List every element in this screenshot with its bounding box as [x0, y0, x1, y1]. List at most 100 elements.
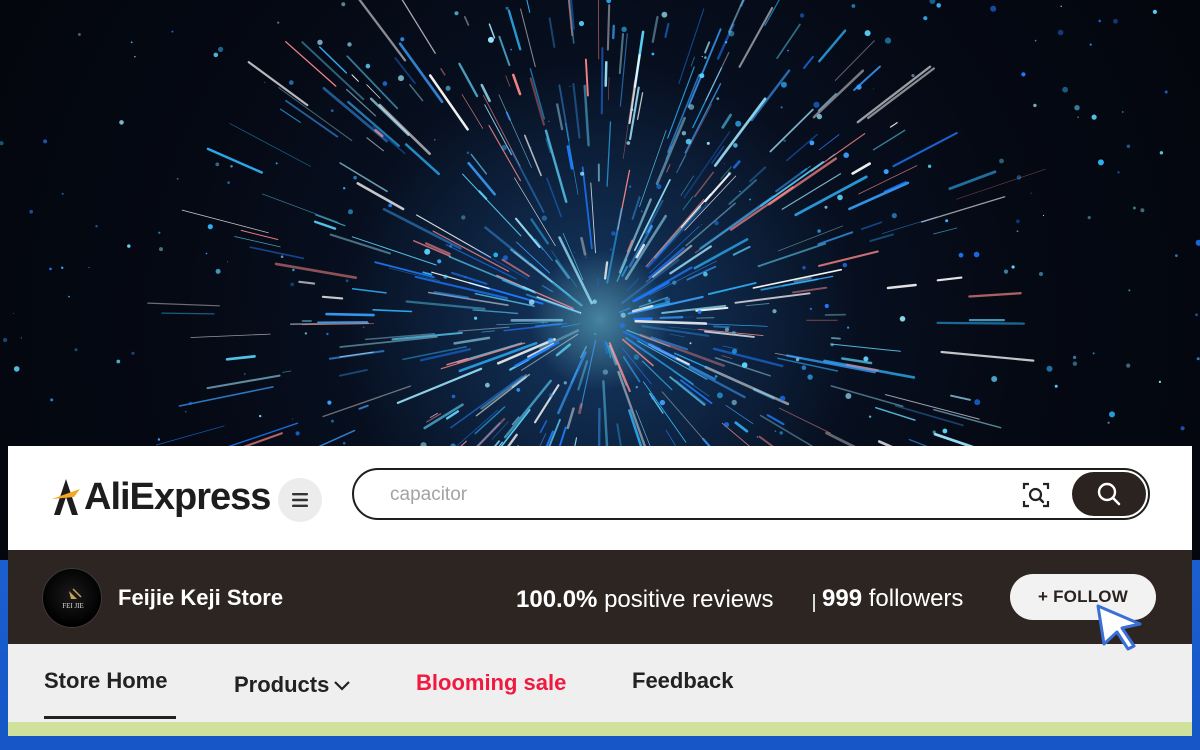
- search-button[interactable]: [1072, 472, 1146, 516]
- accent-strip: [8, 722, 1192, 736]
- star-dot: [213, 52, 219, 58]
- star-dot: [630, 108, 634, 111]
- star-streak: [713, 97, 767, 167]
- star-dot: [95, 225, 98, 228]
- store-logo-mark: FEI JIE: [62, 588, 84, 610]
- star-dot: [116, 359, 121, 364]
- star-streak: [247, 60, 309, 107]
- star-dot: [974, 399, 981, 406]
- mouse-cursor-icon: [1096, 604, 1142, 651]
- star-dot: [883, 169, 889, 175]
- store-name[interactable]: Feijie Keji Store: [118, 585, 283, 611]
- star-dot: [856, 84, 862, 90]
- star-dot: [275, 162, 278, 165]
- star-streak: [693, 238, 749, 270]
- star-streak: [732, 245, 751, 256]
- star-streak: [374, 261, 435, 279]
- star-streak: [734, 292, 811, 304]
- star-dot: [510, 48, 512, 51]
- star-dot: [899, 316, 906, 322]
- star-streak: [475, 373, 531, 417]
- star-dot: [530, 147, 532, 149]
- star-dot: [999, 158, 1004, 164]
- aliexpress-logo[interactable]: AliExpress: [50, 472, 271, 522]
- star-streak: [274, 262, 358, 280]
- star-streak: [707, 282, 757, 296]
- star-dot: [1175, 254, 1178, 257]
- star-streak: [409, 83, 424, 102]
- star-dot: [215, 162, 220, 167]
- category-menu-button[interactable]: [278, 478, 322, 522]
- star-streak: [634, 319, 708, 325]
- tab-products[interactable]: Products: [234, 672, 351, 698]
- star-streak: [704, 41, 711, 54]
- star-dot: [548, 392, 554, 398]
- star-dot: [176, 177, 179, 180]
- top-bar: AliExpress: [8, 446, 1192, 550]
- star-dot: [1042, 214, 1045, 217]
- star-dot: [927, 164, 932, 168]
- star-dot: [503, 255, 508, 261]
- star-streak: [848, 181, 910, 211]
- star-dot: [292, 268, 295, 272]
- star-streak: [480, 83, 491, 103]
- star-dot: [400, 37, 405, 42]
- star-dot: [88, 266, 90, 269]
- tab-feedback[interactable]: Feedback: [632, 668, 734, 694]
- star-streak: [690, 56, 695, 67]
- star-streak: [440, 68, 446, 76]
- star-streak: [651, 15, 659, 43]
- star-streak: [404, 143, 441, 176]
- star-dot: [1132, 206, 1136, 210]
- star-streak: [544, 129, 568, 203]
- star-dot: [779, 395, 786, 402]
- star-streak: [225, 355, 256, 361]
- star-dot: [61, 192, 64, 195]
- star-streak: [423, 403, 464, 430]
- star-dot: [611, 231, 616, 236]
- star-streak: [632, 317, 653, 321]
- store-avatar[interactable]: FEI JIE: [42, 568, 102, 628]
- star-dot: [326, 332, 329, 336]
- star-dot: [1164, 90, 1168, 94]
- star-dot: [289, 80, 294, 85]
- star-dot: [1117, 171, 1120, 174]
- star-streak: [699, 195, 775, 250]
- star-dot: [487, 36, 494, 43]
- star-streak: [892, 131, 958, 168]
- star-streak: [834, 40, 875, 81]
- star-dot: [157, 438, 161, 441]
- star-dot: [1113, 18, 1118, 24]
- image-search-button[interactable]: [1022, 481, 1050, 509]
- star-streak: [817, 92, 837, 112]
- logo-text: AliExpress: [84, 475, 271, 518]
- star-dot: [651, 395, 655, 400]
- star-dot: [779, 431, 783, 435]
- star-streak: [542, 285, 554, 293]
- star-dot: [347, 42, 352, 47]
- star-dot: [802, 266, 806, 270]
- star-dot: [945, 219, 949, 223]
- star-streak: [382, 207, 462, 250]
- star-streak: [618, 307, 631, 313]
- star-dot: [842, 262, 847, 268]
- star-dot: [130, 41, 133, 44]
- star-streak: [412, 240, 451, 258]
- star-streak: [725, 404, 754, 425]
- star-dot: [388, 203, 393, 208]
- star-dot: [1016, 175, 1022, 180]
- star-dot: [578, 20, 585, 27]
- star-streak: [229, 123, 311, 167]
- tab-store-home[interactable]: Store Home: [44, 668, 167, 694]
- star-dot: [727, 171, 732, 176]
- star-dot: [629, 185, 632, 188]
- star-streak: [481, 330, 496, 333]
- star-streak: [617, 370, 648, 451]
- tab-blooming-sale[interactable]: Blooming sale: [416, 670, 566, 696]
- star-dot: [485, 382, 490, 388]
- star-streak: [948, 170, 997, 191]
- star-dot: [292, 418, 294, 420]
- star-streak: [523, 134, 542, 177]
- search-input[interactable]: [388, 480, 992, 510]
- star-dot: [259, 414, 262, 418]
